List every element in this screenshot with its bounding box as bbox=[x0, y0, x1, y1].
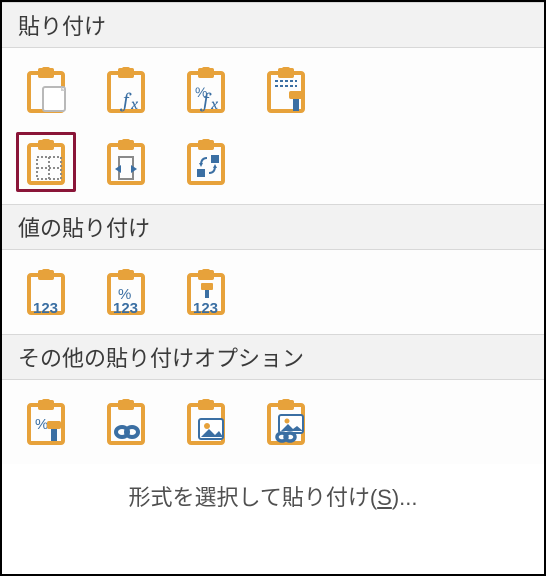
paste-transpose-icon bbox=[183, 139, 229, 185]
section-header-values: 値の貼り付け bbox=[2, 204, 544, 250]
paste-values-button[interactable] bbox=[16, 262, 76, 322]
paste-formulas-button[interactable] bbox=[96, 60, 156, 120]
paste-values-source-formatting-icon bbox=[183, 269, 229, 315]
paste-values-number-formatting-icon bbox=[103, 269, 149, 315]
paste-keep-source-formatting-button[interactable] bbox=[256, 60, 316, 120]
section-header-paste: 貼り付け bbox=[2, 2, 544, 48]
paste-transpose-button[interactable] bbox=[176, 132, 236, 192]
paste-formulas-icon bbox=[103, 67, 149, 113]
paste-button[interactable] bbox=[16, 60, 76, 120]
paste-values-number-formatting-button[interactable] bbox=[96, 262, 156, 322]
other-options-row bbox=[2, 380, 544, 464]
section-header-other: その他の貼り付けオプション bbox=[2, 334, 544, 380]
paste-special-menu-item[interactable]: 形式を選択して貼り付け(S)... bbox=[2, 464, 544, 522]
paste-no-borders-icon bbox=[23, 139, 69, 185]
paste-formulas-number-formatting-icon bbox=[183, 67, 229, 113]
paste-picture-button[interactable] bbox=[176, 392, 236, 452]
paste-linked-picture-button[interactable] bbox=[256, 392, 316, 452]
paste-formatting-button[interactable] bbox=[16, 392, 76, 452]
paste-keep-column-widths-icon bbox=[103, 139, 149, 185]
paste-no-borders-button[interactable] bbox=[16, 132, 76, 192]
paste-keep-column-widths-button[interactable] bbox=[96, 132, 156, 192]
paste-special-shortcut: S bbox=[377, 485, 392, 510]
paste-special-label-post: )... bbox=[392, 485, 418, 510]
paste-options-row-2 bbox=[2, 132, 544, 204]
paste-link-icon bbox=[103, 399, 149, 445]
paste-link-button[interactable] bbox=[96, 392, 156, 452]
paste-values-icon bbox=[23, 269, 69, 315]
paste-keep-source-formatting-icon bbox=[263, 67, 309, 113]
paste-special-label-pre: 形式を選択して貼り付け( bbox=[128, 485, 377, 510]
paste-formulas-number-formatting-button[interactable] bbox=[176, 60, 236, 120]
paste-linked-picture-icon bbox=[263, 399, 309, 445]
paste-values-source-formatting-button[interactable] bbox=[176, 262, 236, 322]
paste-icon bbox=[23, 67, 69, 113]
paste-formatting-icon bbox=[23, 399, 69, 445]
paste-options-row bbox=[2, 48, 544, 132]
values-options-row bbox=[2, 250, 544, 334]
paste-picture-icon bbox=[183, 399, 229, 445]
